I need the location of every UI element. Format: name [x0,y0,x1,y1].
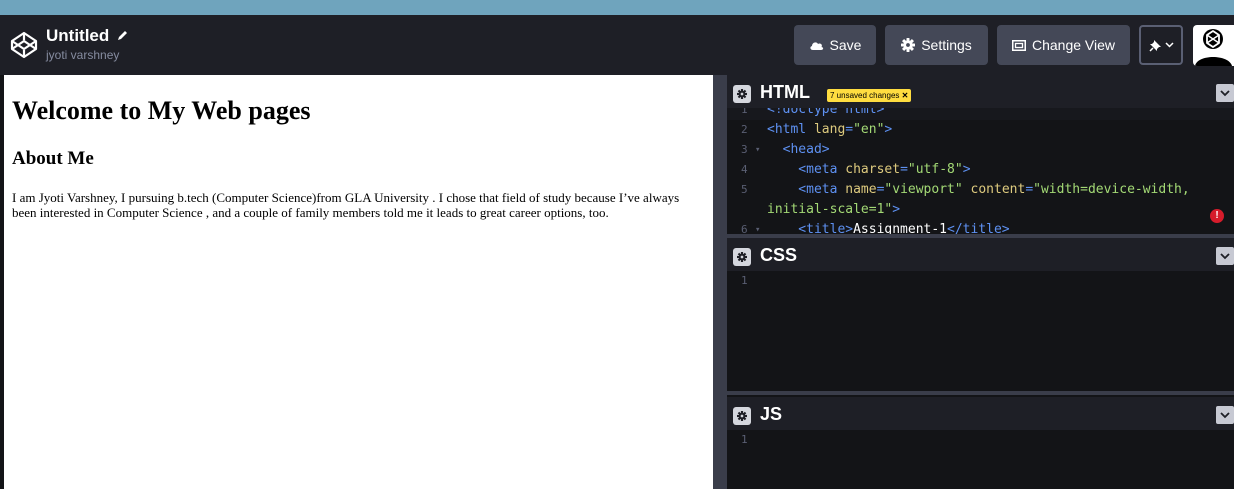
code-token: initial-scale=1" [767,202,893,217]
code-token: "utf-8" [907,162,963,177]
line-number: 6 [741,223,748,234]
code-line: 1 <!doctype html> [727,108,1234,120]
code-token: > [892,202,901,217]
js-code-editor[interactable]: 1 [727,430,1234,489]
js-editor-title: JS [760,404,783,424]
code-text: <head> [767,140,830,160]
line-number: 3 [741,143,748,156]
layout-icon [1011,39,1026,51]
html-collapse-chevron-icon[interactable] [1216,84,1234,102]
code-token: charset [845,162,901,177]
code-token: <meta [767,162,846,177]
code-token: <!doctype html> [767,108,885,117]
code-token: name [845,182,877,197]
js-collapse-chevron-icon[interactable] [1216,406,1234,424]
code-line: 2 <html lang="en"> [727,120,1234,140]
result-preview[interactable]: Welcome to My Web pages About Me I am Jy… [4,75,713,489]
pen-author[interactable]: jyoti varshney [46,48,119,62]
cloud-icon [809,41,823,50]
code-line: initial-scale=1"> [727,200,1234,220]
code-token: > [884,122,893,137]
editors-panel: HTML 7 unsaved changes ✕ 1 <!doctype html… [727,75,1234,489]
html-editor-title: HTML [760,82,810,102]
error-icon[interactable]: ! [1210,209,1224,223]
code-text: <!doctype html> [767,108,884,120]
code-text: <meta charset="utf-8"> [767,160,971,180]
code-token: <meta [767,182,846,197]
css-code-editor[interactable]: 1 [727,271,1234,391]
settings-label: Settings [921,37,972,53]
line-number: 1 [741,108,748,116]
preview-heading: Welcome to My Web pages [12,96,311,125]
js-settings-gear-icon[interactable] [733,407,751,425]
line-number: 1 [741,274,748,287]
code-token: <title> [767,222,854,234]
code-line: 3 ▾ <head> [727,140,1234,160]
code-token: <head> [767,142,830,157]
code-text: <title>Assignment-1</title> [767,220,1010,234]
line-number: 4 [741,163,748,176]
code-line: 6 ▾ <title>Assignment-1</title> [727,220,1234,234]
user-avatar-icon [1195,29,1232,66]
fold-arrow-icon[interactable]: ▾ [755,220,760,234]
pin-menu-button[interactable] [1139,25,1183,65]
line-number: 5 [741,183,748,196]
js-editor-header: JS [727,397,1234,430]
settings-button[interactable]: Settings [885,25,988,65]
gear-icon [901,38,916,52]
preview-paragraph: I am Jyoti Varshney, I pursuing b.tech (… [12,190,680,220]
css-settings-gear-icon[interactable] [733,248,751,266]
code-token: = [845,122,854,137]
pen-title[interactable]: Untitled [46,26,109,46]
save-label: Save [829,37,862,53]
preview-subheading: About Me [12,148,94,169]
code-token: > [962,162,971,177]
code-token: = [900,162,908,177]
code-token: content [970,182,1026,197]
change-view-button[interactable]: Change View [997,25,1130,65]
close-icon[interactable]: ✕ [902,91,909,100]
editor-divider[interactable] [727,391,1234,395]
css-editor-title: CSS [760,245,798,265]
pin-icon [1148,39,1161,52]
code-token: lang [813,122,846,137]
html-editor-header: HTML 7 unsaved changes ✕ [727,75,1234,108]
html-settings-gear-icon[interactable] [733,85,751,103]
code-text: <meta name="viewport" content="width=dev… [767,180,1190,200]
code-text: initial-scale=1"> [767,200,900,220]
code-token: "width=device-width, [1033,182,1190,197]
codepen-logo-icon[interactable] [10,31,38,59]
line-number: 2 [741,123,748,136]
chevron-down-icon [1164,42,1174,48]
code-token: = [1025,182,1034,197]
unsaved-changes-badge[interactable]: 7 unsaved changes ✕ [827,89,912,102]
save-button[interactable]: Save [794,25,876,65]
html-code-editor[interactable]: 1 <!doctype html> 2 <html lang="en"> 3 ▾ <hea… [727,108,1234,234]
line-number: 1 [741,433,748,446]
code-text: <html lang="en"> [767,120,892,140]
code-token: "en" [853,122,885,137]
top-bar: Untitled jyoti varshney Save Settings Ch… [0,15,1234,75]
css-collapse-chevron-icon[interactable] [1216,247,1234,265]
code-token: Assignment-1 [853,222,948,234]
code-token: </title> [947,222,1010,234]
code-token: "viewport" [884,182,963,197]
css-editor-header: CSS [727,238,1234,271]
panel-resize-handle[interactable] [713,75,727,489]
unsaved-changes-label: 7 unsaved changes [830,91,900,100]
browser-top-strip [0,0,1234,15]
code-line: 5 <meta name="viewport" content="width=d… [727,180,1234,200]
code-token: <html [767,122,814,137]
fold-arrow-icon[interactable]: ▾ [755,140,760,160]
change-view-label: Change View [1031,37,1116,53]
code-line: 4 <meta charset="utf-8"> [727,160,1234,180]
avatar[interactable] [1193,25,1234,66]
pencil-icon[interactable] [116,29,129,42]
